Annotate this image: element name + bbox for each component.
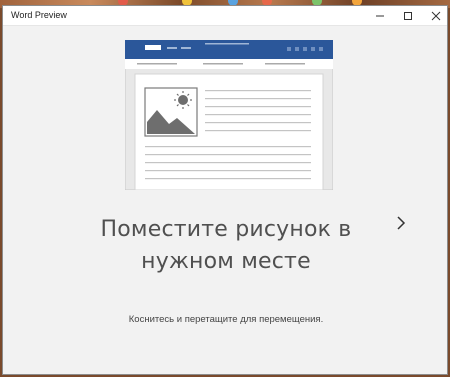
minimize-button[interactable] <box>367 6 393 26</box>
maximize-button[interactable] <box>395 6 421 26</box>
app-window: Word Preview Поместите рисунок в нужном … <box>2 5 448 375</box>
tutorial-content: Поместите рисунок в нужном месте Косните… <box>3 26 447 374</box>
slide-subtext: Коснитесь и перетащите для перемещения. <box>128 314 324 325</box>
window-title: Word Preview <box>11 10 67 20</box>
close-icon <box>431 11 441 21</box>
document-with-picture-illustration <box>125 40 333 190</box>
slide-heading: Поместите рисунок в нужном месте <box>3 214 449 278</box>
slide-heading-line-1: Поместите рисунок в <box>100 217 352 242</box>
slide-heading-line-2: нужном месте <box>141 249 311 274</box>
title-bar[interactable]: Word Preview <box>3 6 447 26</box>
maximize-icon <box>404 12 412 20</box>
close-button[interactable] <box>423 6 449 26</box>
minimize-icon <box>376 15 384 17</box>
